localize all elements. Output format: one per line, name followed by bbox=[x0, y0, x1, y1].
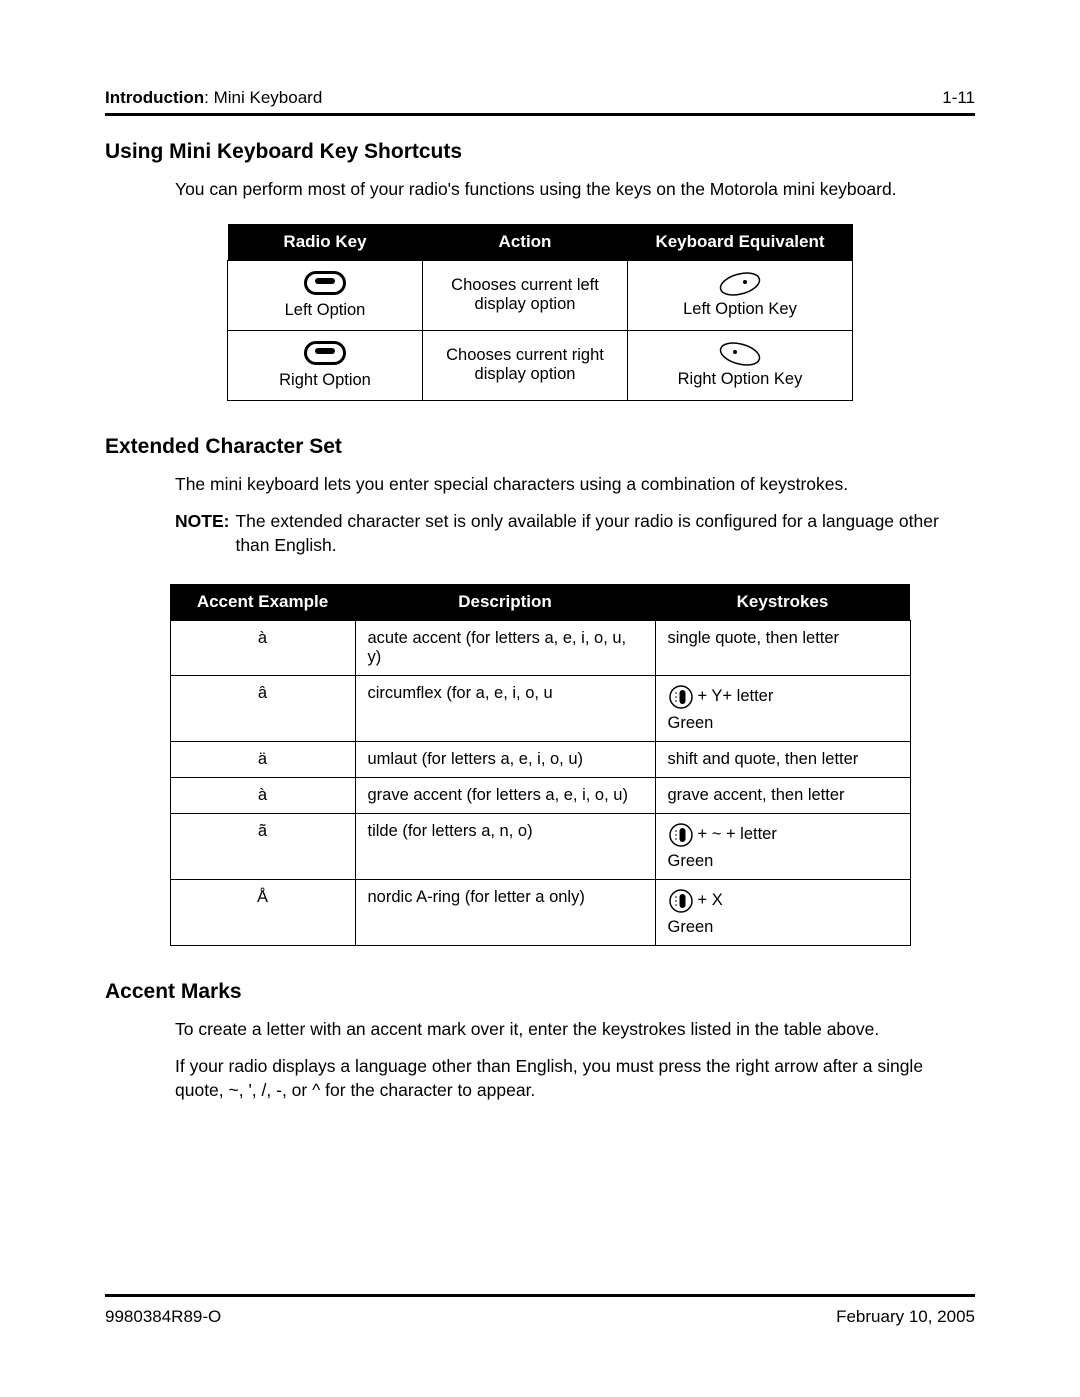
section-body-shortcuts: You can perform most of your radio's fun… bbox=[175, 178, 975, 202]
col-header-keystrokes: Keystrokes bbox=[655, 584, 910, 621]
table-row: Accent Example Description Keystrokes bbox=[170, 584, 910, 621]
accent-keystrokes: shift and quote, then letter bbox=[655, 741, 910, 777]
accent-example: ä bbox=[170, 741, 355, 777]
green-key-icon bbox=[668, 888, 694, 914]
green-key-label: Green bbox=[668, 714, 898, 733]
table-row: Right Option Chooses current right displ… bbox=[228, 330, 853, 400]
note-block: NOTE: The extended character set is only… bbox=[175, 510, 975, 557]
header-section: Introduction: Mini Keyboard bbox=[105, 88, 322, 108]
table-row: Left Option Chooses current left display… bbox=[228, 260, 853, 330]
accent-example: ã bbox=[170, 813, 355, 879]
left-option-key-icon bbox=[715, 272, 765, 296]
section-heading-charset: Extended Character Set bbox=[105, 435, 975, 459]
section-body-charset: The mini keyboard lets you enter special… bbox=[175, 473, 975, 497]
table-row: àacute accent (for letters a, e, i, o, u… bbox=[170, 620, 910, 675]
accent-marks-body2: If your radio displays a language other … bbox=[175, 1055, 975, 1102]
page-footer: 9980384R89-O February 10, 2005 bbox=[105, 1294, 975, 1327]
accent-keystrokes: grave accent, then letter bbox=[655, 777, 910, 813]
accent-keystrokes: + Y+ letter Green bbox=[655, 675, 910, 741]
section-heading-shortcuts: Using Mini Keyboard Key Shortcuts bbox=[105, 140, 975, 164]
action-text: Chooses current right display option bbox=[423, 330, 628, 400]
table-row: Radio Key Action Keyboard Equivalent bbox=[228, 224, 853, 261]
accent-description: tilde (for letters a, n, o) bbox=[355, 813, 655, 879]
accent-example: â bbox=[170, 675, 355, 741]
accent-description: grave accent (for letters a, e, i, o, u) bbox=[355, 777, 655, 813]
green-key-icon bbox=[668, 822, 694, 848]
accent-example: Å bbox=[170, 879, 355, 945]
col-header-radio-key: Radio Key bbox=[228, 224, 423, 261]
note-label: NOTE: bbox=[175, 510, 229, 557]
col-header-description: Description bbox=[355, 584, 655, 621]
table-row: ãtilde (for letters a, n, o)+ ~ + letter… bbox=[170, 813, 910, 879]
keystroke-text: + Y+ letter bbox=[698, 687, 774, 706]
accent-description: circumflex (for a, e, i, o, u bbox=[355, 675, 655, 741]
accent-description: nordic A-ring (for letter a only) bbox=[355, 879, 655, 945]
header-section-rest: : Mini Keyboard bbox=[204, 88, 322, 107]
page-header: Introduction: Mini Keyboard 1-11 bbox=[105, 88, 975, 113]
equiv-label: Right Option Key bbox=[678, 370, 803, 389]
green-key-label: Green bbox=[668, 852, 898, 871]
col-header-keyboard-equiv: Keyboard Equivalent bbox=[628, 224, 853, 261]
accent-description: umlaut (for letters a, e, i, o, u) bbox=[355, 741, 655, 777]
accent-description: acute accent (for letters a, e, i, o, u,… bbox=[355, 620, 655, 675]
accent-keystrokes: + X Green bbox=[655, 879, 910, 945]
option-button-icon bbox=[304, 271, 346, 295]
table-row: àgrave accent (for letters a, e, i, o, u… bbox=[170, 777, 910, 813]
accent-marks-body1: To create a letter with an accent mark o… bbox=[175, 1018, 975, 1042]
footer-doc-number: 9980384R89-O bbox=[105, 1307, 221, 1327]
table-row: äumlaut (for letters a, e, i, o, u)shift… bbox=[170, 741, 910, 777]
accent-keystrokes: single quote, then letter bbox=[655, 620, 910, 675]
keystroke-text: + ~ + letter bbox=[698, 825, 777, 844]
equiv-label: Left Option Key bbox=[683, 300, 797, 319]
green-key-icon bbox=[668, 684, 694, 710]
radio-key-label: Left Option bbox=[285, 301, 366, 320]
table-row: âcircumflex (for a, e, i, o, u+ Y+ lette… bbox=[170, 675, 910, 741]
footer-date: February 10, 2005 bbox=[836, 1307, 975, 1327]
green-key-label: Green bbox=[668, 918, 898, 937]
col-header-accent: Accent Example bbox=[170, 584, 355, 621]
option-button-icon bbox=[304, 341, 346, 365]
section-heading-accent-marks: Accent Marks bbox=[105, 980, 975, 1004]
action-text: Chooses current left display option bbox=[423, 260, 628, 330]
accent-example: à bbox=[170, 777, 355, 813]
header-section-bold: Introduction bbox=[105, 88, 204, 107]
header-rule bbox=[105, 113, 975, 116]
note-body: The extended character set is only avail… bbox=[235, 510, 975, 557]
accent-example: à bbox=[170, 620, 355, 675]
col-header-action: Action bbox=[423, 224, 628, 261]
footer-rule bbox=[105, 1294, 975, 1297]
keystroke-text: + X bbox=[698, 891, 723, 910]
radio-key-label: Right Option bbox=[279, 371, 371, 390]
right-option-key-icon bbox=[715, 342, 765, 366]
header-page-number: 1-11 bbox=[942, 88, 975, 108]
table-extended-chars: Accent Example Description Keystrokes àa… bbox=[170, 584, 911, 946]
accent-keystrokes: + ~ + letter Green bbox=[655, 813, 910, 879]
table-row: Ånordic A-ring (for letter a only) + X Gre… bbox=[170, 879, 910, 945]
table-shortcuts: Radio Key Action Keyboard Equivalent Lef… bbox=[227, 224, 853, 401]
